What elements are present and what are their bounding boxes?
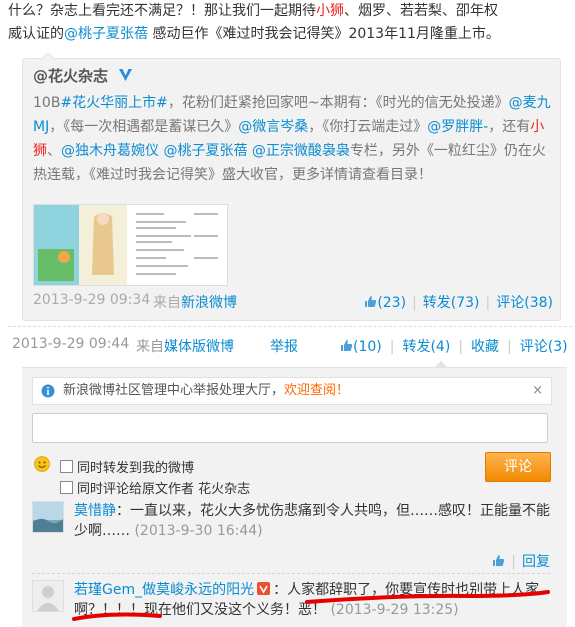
divider bbox=[32, 573, 550, 574]
avatar[interactable] bbox=[32, 501, 64, 533]
reply-button[interactable]: 回复 bbox=[522, 554, 550, 570]
vip-badge-icon bbox=[257, 582, 271, 595]
comment-item: 莫惜静：一直以来，花火大多忧伤悲痛到令人共鸣，但……感叹！正能量不能少啊…… (… bbox=[32, 501, 550, 573]
magazine-cover-thumbnail bbox=[34, 205, 227, 285]
comment-item: 若瑾Gem_做莫峻永远的阳光 ：人家都辞职了，你要宣传时也别带上人家啊？！！！现在… bbox=[32, 580, 550, 625]
post-source-link[interactable]: 媒体版微博 bbox=[164, 339, 234, 355]
mention-link[interactable]: @独木舟葛婉仪 bbox=[61, 143, 159, 159]
comment-text: 莫惜静：一直以来，花火大多忧伤悲痛到令人共鸣，但……感叹！正能量不能少啊…… (… bbox=[74, 503, 550, 539]
quoted-body: 10B#花火华丽上市#，花粉们赶紧抢回家吧~本期有：《时光的信无处投递》@麦九M… bbox=[33, 95, 551, 183]
quoted-comment-button[interactable]: 评论(38) bbox=[496, 295, 553, 311]
checkbox[interactable] bbox=[60, 481, 73, 494]
mention-link[interactable]: @罗胖胖- bbox=[427, 119, 488, 135]
quoted-source-link[interactable]: 新浪微博 bbox=[181, 295, 237, 311]
info-icon bbox=[41, 384, 55, 398]
comment-timestamp: (2013-9-30 16:44) bbox=[134, 523, 263, 539]
close-icon[interactable]: × bbox=[532, 378, 543, 404]
quoted-timestamp[interactable]: 2013-9-29 09:34 bbox=[33, 292, 150, 308]
post-text-line2: 威认证的 bbox=[8, 26, 64, 42]
post-repost-button[interactable]: 转发(4) bbox=[402, 339, 450, 355]
quoted-like-count[interactable]: (23) bbox=[377, 295, 406, 311]
post-meta: 2013-9-29 09:44 来自媒体版微博 举报 (10) | 转发(4) | 收藏 |… bbox=[8, 334, 572, 358]
verified-v-icon bbox=[119, 69, 133, 81]
notice-link[interactable]: 欢迎查阅！ bbox=[284, 383, 349, 398]
checkbox-repost[interactable]: 同时转发到我的微博 bbox=[60, 457, 194, 476]
quoted-repost-button[interactable]: 转发(73) bbox=[423, 295, 480, 311]
avatar[interactable] bbox=[32, 580, 64, 612]
comment-timestamp: (2013-9-29 13:25) bbox=[330, 602, 459, 618]
mention-link[interactable]: @桃子夏张蓓 bbox=[163, 143, 247, 159]
post-actions: 举报 (10) | 转发(4) | 收藏 | 评论(3) bbox=[270, 339, 568, 355]
quoted-author[interactable]: @花火杂志 bbox=[33, 65, 133, 86]
like-thumb-icon[interactable] bbox=[340, 339, 353, 352]
comment-text: 若瑾Gem_做莫峻永远的阳光 ：人家都辞职了，你要宣传时也别带上人家啊？！！！现在… bbox=[74, 582, 540, 618]
notice-bar: 新浪微博社区管理中心举报处理大厅，欢迎查阅！ × bbox=[32, 377, 552, 405]
comment-input[interactable] bbox=[32, 413, 548, 443]
checkbox[interactable] bbox=[60, 460, 73, 473]
post-favorite-button[interactable]: 收藏 bbox=[471, 339, 499, 355]
emoji-icon[interactable] bbox=[34, 456, 50, 472]
mention-link[interactable]: @正宗微酸袅袅 bbox=[252, 143, 350, 159]
checkbox-repost-label: 同时转发到我的微博 bbox=[77, 461, 195, 476]
like-thumb-icon[interactable] bbox=[492, 554, 505, 567]
comment-author-link[interactable]: 若瑾Gem_做莫峻永远的阳光 bbox=[74, 582, 254, 598]
quoted-actions: (23) | 转发(73) | 评论(38) bbox=[364, 292, 553, 312]
post-text-line1: 什么？杂志上看完还不满足？！那让我们一起期待 bbox=[8, 3, 316, 19]
checkbox-comment-author[interactable]: 同时评论给原文作者 花火杂志 bbox=[60, 478, 250, 497]
like-thumb-icon[interactable] bbox=[364, 295, 377, 308]
divider bbox=[8, 326, 572, 327]
mention-link-taozi[interactable]: @桃子夏张蓓 bbox=[64, 26, 148, 42]
mention-xiaoshi: 小狮 bbox=[316, 3, 344, 19]
submit-comment-button[interactable]: 评论 bbox=[485, 452, 551, 482]
quoted-footer: 2013-9-29 09:34 来自新浪微博 (23) | 转发(73) | 评论(38… bbox=[33, 292, 553, 314]
quoted-thumbnail[interactable] bbox=[33, 204, 228, 286]
quoted-post: @花火杂志 10B#花火华丽上市#，花粉们赶紧抢回家吧~本期有：《时光的信无处投… bbox=[22, 52, 561, 321]
report-button[interactable]: 举报 bbox=[270, 339, 298, 355]
hashtag-link[interactable]: #花火华丽上市# bbox=[60, 95, 167, 111]
notice-text: 新浪微博社区管理中心举报处理大厅， bbox=[63, 383, 285, 398]
checkbox-comment-author-label: 同时评论给原文作者 花火杂志 bbox=[77, 482, 251, 497]
comment-panel: 新浪微博社区管理中心举报处理大厅，欢迎查阅！ × 同时转发到我的微博 同时评论给… bbox=[22, 361, 567, 627]
post-text-line2-b: 感动巨作《难过时我会记得笑》2013年11月隆重上市。 bbox=[148, 26, 500, 42]
comment-author-link[interactable]: 莫惜静 bbox=[74, 503, 116, 519]
post-timestamp[interactable]: 2013-9-29 09:44 bbox=[12, 336, 129, 352]
quoted-source: 来自新浪微博 bbox=[153, 295, 237, 311]
post-source: 来自媒体版微博 bbox=[136, 339, 234, 355]
comment-actions: | 回复 bbox=[492, 551, 550, 571]
mention-link[interactable]: @微言岑桑 bbox=[238, 119, 308, 135]
post-text: 什么？杂志上看完还不满足？！那让我们一起期待小狮、烟罗、若若梨、卲年权 威认证的… bbox=[8, 0, 568, 46]
post-like-count[interactable]: (10) bbox=[353, 339, 382, 355]
post-text-line1-b: 、烟罗、若若梨、卲年权 bbox=[344, 3, 498, 19]
post-comment-button[interactable]: 评论(3) bbox=[520, 339, 568, 355]
quoted-author-name[interactable]: @花火杂志 bbox=[33, 67, 108, 85]
